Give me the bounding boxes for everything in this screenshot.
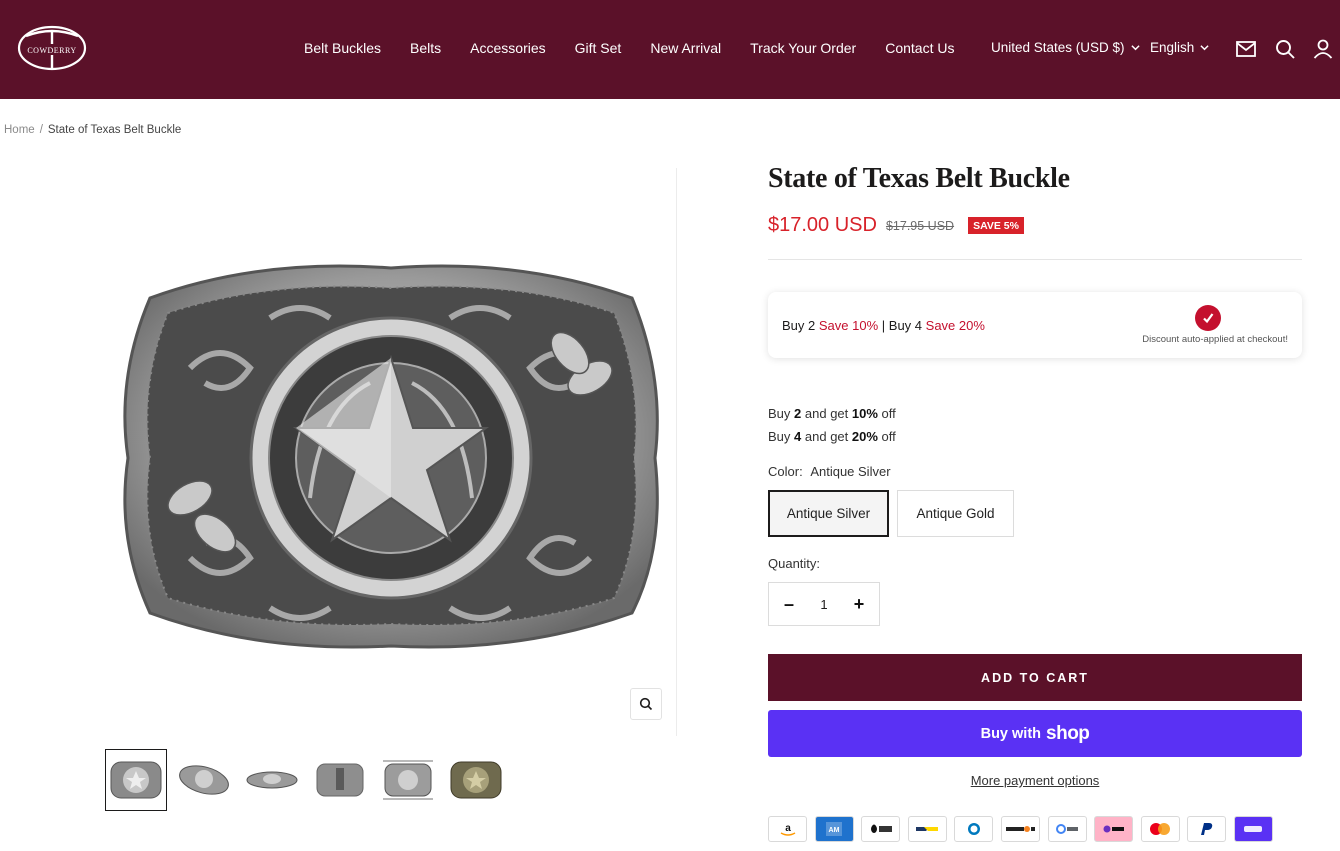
thumbnail-5[interactable]	[377, 749, 439, 811]
offer-buy2: Buy 2	[782, 318, 816, 333]
color-label: Color:	[768, 464, 803, 479]
breadcrumb: Home / State of Texas Belt Buckle	[4, 124, 181, 136]
swatch-antique-silver[interactable]: Antique Silver	[768, 490, 889, 537]
nav-contact-us[interactable]: Contact Us	[885, 40, 954, 56]
zoom-button[interactable]	[630, 688, 662, 720]
thumbnail-3[interactable]	[241, 749, 303, 811]
checkmark-icon	[1195, 305, 1221, 331]
diners-club-icon	[954, 816, 994, 842]
bundle-discount-card: Buy 2 Save 10% | Buy 4 Save 20% Discount…	[768, 292, 1302, 358]
offer-save20: Save 20%	[925, 318, 985, 333]
bancontact-icon	[907, 816, 947, 842]
bundle-offer-text: Buy 2 Save 10% | Buy 4 Save 20%	[782, 318, 985, 333]
language-label: English	[1150, 40, 1195, 55]
svg-text:a: a	[785, 823, 791, 834]
nav-gift-set[interactable]: Gift Set	[575, 40, 622, 56]
svg-text:COWDERRY: COWDERRY	[27, 46, 76, 55]
product-title: State of Texas Belt Buckle	[768, 163, 1070, 194]
tier-row: Buy 2 and get 10% off	[768, 402, 896, 425]
search-icon[interactable]	[1274, 38, 1296, 60]
account-icon[interactable]	[1312, 38, 1334, 60]
price-divider	[768, 259, 1302, 260]
tier-text: and get	[804, 429, 849, 444]
mastercard-icon	[1140, 816, 1180, 842]
main-nav: Belt Buckles Belts Accessories Gift Set …	[304, 40, 983, 56]
quantity-label: Quantity:	[768, 556, 821, 571]
discount-tiers: Buy 2 and get 10% off Buy 4 and get 20% …	[768, 402, 896, 448]
offer-save10: Save 10%	[818, 318, 879, 333]
shop-logo: shop	[1046, 722, 1090, 744]
nav-new-arrival[interactable]: New Arrival	[650, 40, 721, 56]
language-selector[interactable]: English	[1150, 40, 1209, 55]
paypal-icon	[1187, 816, 1227, 842]
price-row: $17.00 USD $17.95 USD SAVE 5%	[768, 214, 1024, 237]
buy-with-shop-button[interactable]: Buy with shop	[768, 710, 1302, 757]
tier-pct: 20%	[851, 429, 878, 444]
mail-icon[interactable]	[1235, 38, 1257, 60]
nav-track-order[interactable]: Track Your Order	[750, 40, 856, 56]
google-pay-icon	[1047, 816, 1087, 842]
gallery-divider	[676, 168, 677, 736]
tier-text: off	[881, 406, 896, 421]
tier-qty: 2	[794, 406, 802, 421]
klarna-icon	[1094, 816, 1134, 842]
selected-color: Antique Silver	[810, 464, 891, 479]
tier-text: Buy	[768, 406, 791, 421]
offer-separator: |	[881, 318, 886, 333]
country-label: United States (USD $)	[991, 40, 1125, 55]
quantity-value[interactable]: 1	[820, 597, 827, 612]
thumbnail-4[interactable]	[309, 749, 371, 811]
quantity-stepper: – 1 +	[768, 582, 880, 626]
country-selector[interactable]: United States (USD $)	[991, 40, 1140, 55]
plus-icon[interactable]: +	[851, 594, 867, 615]
tier-pct: 10%	[851, 406, 878, 421]
thumbnail-6[interactable]	[445, 749, 507, 811]
save-badge: SAVE 5%	[968, 217, 1024, 234]
buy-with-label: Buy with	[980, 725, 1042, 742]
offer-buy4: Buy 4	[888, 318, 923, 333]
tier-row: Buy 4 and get 20% off	[768, 425, 896, 448]
tier-qty: 4	[794, 429, 802, 444]
color-swatches: Antique Silver Antique Gold	[768, 490, 1022, 537]
thumbnail-2[interactable]	[173, 749, 235, 811]
more-payment-options-link[interactable]: More payment options	[768, 773, 1302, 788]
breadcrumb-home[interactable]: Home	[4, 124, 35, 136]
apple-pay-icon	[861, 816, 901, 842]
minus-icon[interactable]: –	[781, 594, 797, 615]
svg-text:AM: AM	[829, 827, 840, 834]
tier-text: Buy	[768, 429, 791, 444]
payment-icons: a AM	[768, 816, 1281, 842]
thumbnail-1[interactable]	[105, 749, 167, 811]
nav-belts[interactable]: Belts	[410, 40, 441, 56]
swatch-antique-gold[interactable]: Antique Gold	[897, 490, 1014, 537]
thumbnail-strip	[105, 749, 513, 811]
tier-text: and get	[804, 406, 849, 421]
discount-note: Discount auto-applied at checkout!	[1142, 334, 1288, 345]
product-main-image[interactable]	[120, 258, 662, 658]
color-option-label: Color: Antique Silver	[768, 464, 891, 479]
discover-icon	[1000, 816, 1040, 842]
breadcrumb-separator: /	[39, 124, 43, 136]
shop-pay-icon	[1233, 816, 1273, 842]
sale-price: $17.00 USD	[768, 214, 877, 236]
zoom-icon	[639, 697, 653, 711]
nav-belt-buckles[interactable]: Belt Buckles	[304, 40, 381, 56]
compare-price: $17.95 USD	[885, 218, 955, 233]
amex-icon: AM	[814, 816, 854, 842]
breadcrumb-current: State of Texas Belt Buckle	[47, 124, 182, 136]
brand-logo[interactable]: COWDERRY	[16, 24, 88, 74]
site-header: COWDERRY Belt Buckles Belts Accessories …	[0, 0, 1340, 99]
tier-text: off	[881, 429, 896, 444]
add-to-cart-button[interactable]: ADD TO CART	[768, 654, 1302, 701]
chevron-down-icon	[1130, 45, 1140, 51]
nav-accessories[interactable]: Accessories	[470, 40, 545, 56]
chevron-down-icon	[1200, 45, 1209, 51]
amazon-icon: a	[768, 816, 807, 842]
